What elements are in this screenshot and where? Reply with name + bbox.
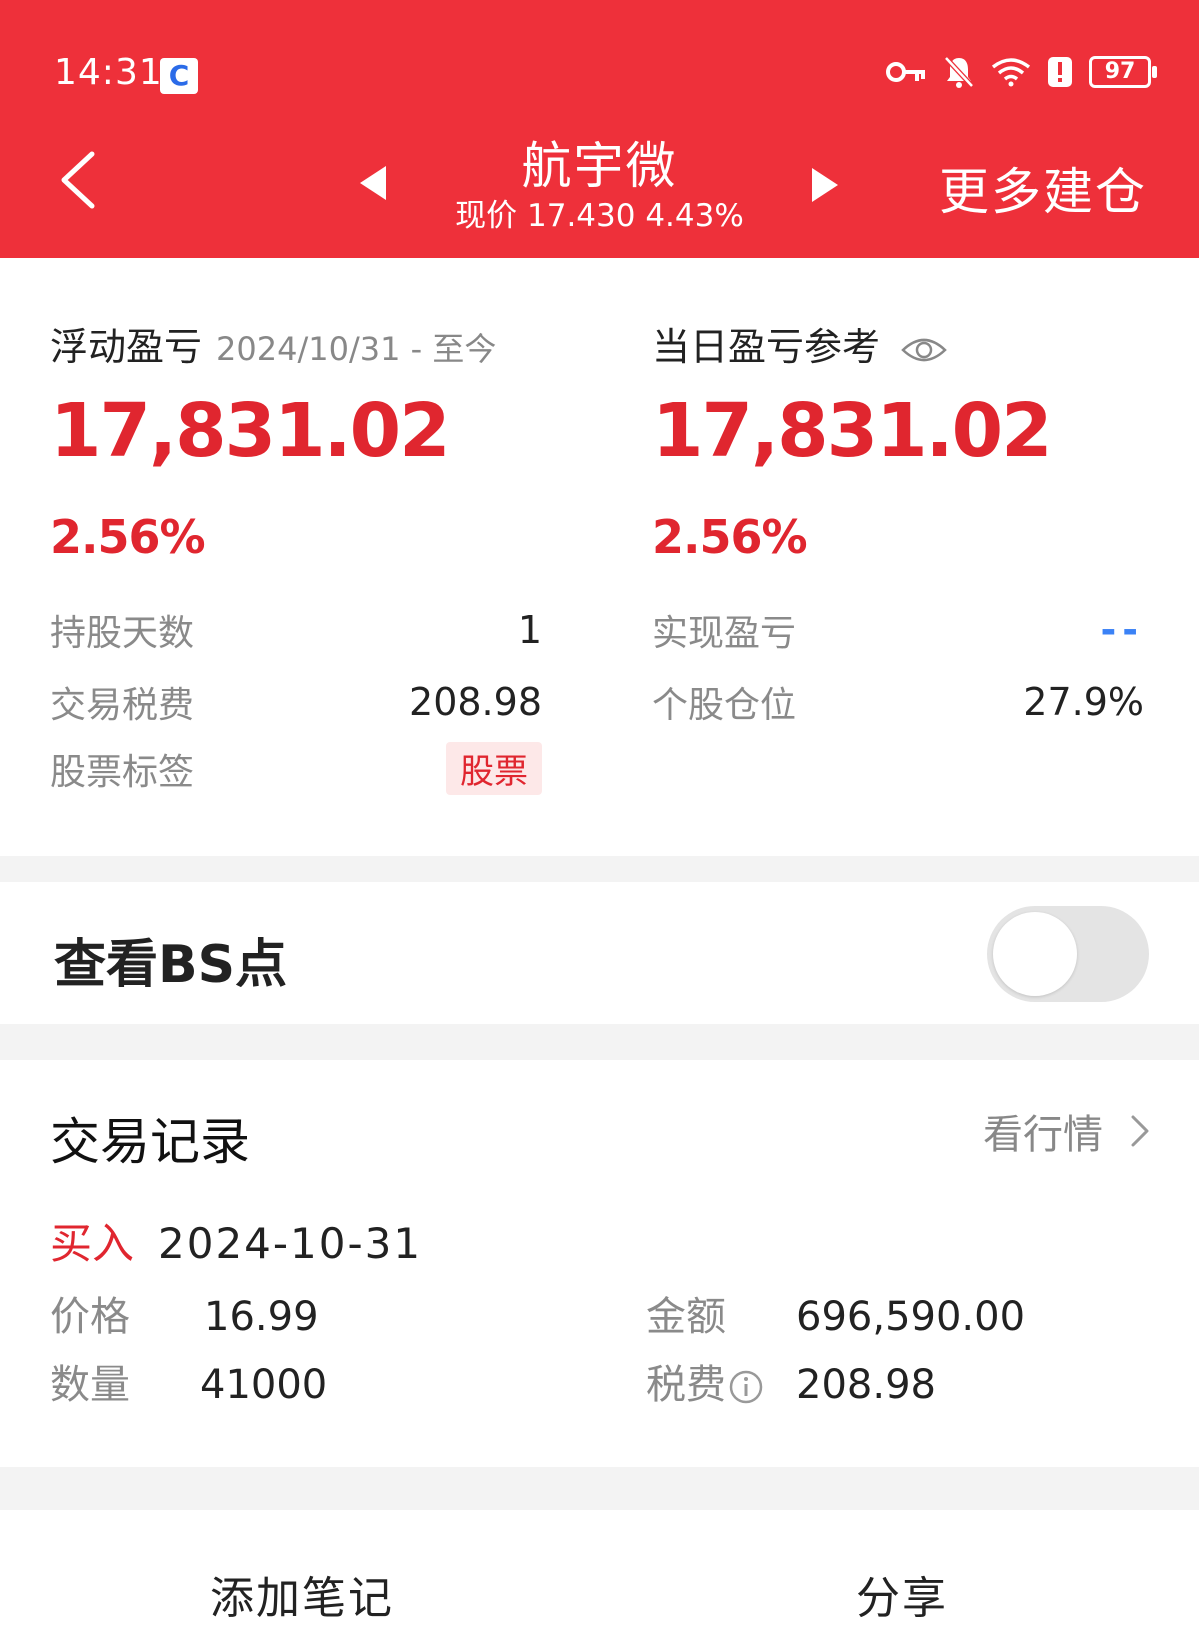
pnl-section: 浮动盈亏 2024/10/31 - 至今 17,831.02 2.56% 持股天数… [0,258,1199,856]
battery-icon: 97 [1089,56,1157,88]
trade-record-title: 交易记录 [50,1113,250,1171]
trade-side: 买入 [50,1219,135,1268]
hold-days-row: 持股天数 1 [50,604,542,656]
amount-field: 金额 696,590.00 [646,1284,1025,1342]
amount-label: 金额 [646,1294,726,1340]
price-value: 16.99 [204,1294,319,1340]
tax-field: 税费 208.98 [646,1352,936,1410]
realized-row: 实现盈亏 -- [652,604,1144,656]
daily-pnl-label: 当日盈亏参考 [652,325,881,369]
position-value: 27.9% [1023,680,1144,724]
floating-pnl-date: 2024/10/31 - 至今 [216,330,497,368]
floating-pnl-pct: 2.56% [50,510,206,564]
toggle-knob [993,912,1077,996]
qty-value: 41000 [200,1362,328,1408]
more-position-button[interactable]: 更多建仓 [939,152,1147,224]
trade-record-section: 交易记录 看行情 买入 2024-10-31 价格 16.99 数量 41000 金额… [0,1060,1199,1467]
qty-field: 数量 41000 [50,1352,327,1410]
price-label: 价格 [50,1294,130,1340]
position-row: 个股仓位 27.9% [652,676,1144,728]
trade-date: 2024-10-31 [158,1219,423,1268]
info-icon[interactable] [728,1369,764,1405]
status-time: 14:31 [54,52,163,93]
alert-icon [1048,57,1072,87]
section-divider [0,1467,1199,1510]
tax-label: 税费 [646,1362,726,1408]
view-quote-link[interactable]: 看行情 [983,1102,1151,1160]
floating-pnl-label: 浮动盈亏 [50,325,203,369]
amount-value: 696,590.00 [796,1294,1026,1340]
daily-pnl-value: 17,831.02 [652,388,1053,474]
trade-header: 买入 2024-10-31 [50,1210,422,1271]
bottom-actions: 添加笔记 分享 [0,1510,1199,1635]
wifi-icon [991,58,1031,87]
view-quote-label: 看行情 [983,1112,1103,1158]
hold-days-value: 1 [517,608,542,652]
section-divider [0,1024,1199,1060]
tag-row: 股票标签 股票 [50,742,542,795]
bs-toggle-row: 查看BS点 [0,882,1199,1024]
daily-pnl-pct: 2.56% [652,510,808,564]
status-icons: 97 [885,55,1157,89]
bell-muted-icon [944,56,974,88]
fee-row: 交易税费 208.98 [50,676,542,728]
price-field: 价格 16.99 [50,1284,319,1342]
realized-value: -- [1100,608,1144,652]
next-stock-icon[interactable] [812,168,838,202]
chevron-right-icon [1131,1115,1149,1147]
section-divider [0,856,1199,882]
realized-label: 实现盈亏 [652,613,797,654]
position-label: 个股仓位 [652,685,797,726]
app-header: 14:31 C 97 航宇微 现价 17.430 4.43% 更多建仓 [0,0,1199,258]
floating-pnl-value: 17,831.02 [50,388,451,474]
add-note-button[interactable]: 添加笔记 [210,1562,394,1626]
app-notification-icon: C [160,58,198,94]
share-button[interactable]: 分享 [856,1562,948,1626]
eye-icon[interactable] [900,334,948,366]
key-icon [886,62,925,82]
fee-label: 交易税费 [50,685,195,726]
tag-label: 股票标签 [50,751,195,793]
qty-label: 数量 [50,1362,130,1408]
bs-label: 查看BS点 [54,935,288,995]
tax-value: 208.98 [796,1362,936,1408]
stock-tag-badge[interactable]: 股票 [446,742,542,795]
bs-toggle[interactable] [987,906,1149,1002]
hold-days-label: 持股天数 [50,613,195,654]
fee-value: 208.98 [409,680,542,724]
